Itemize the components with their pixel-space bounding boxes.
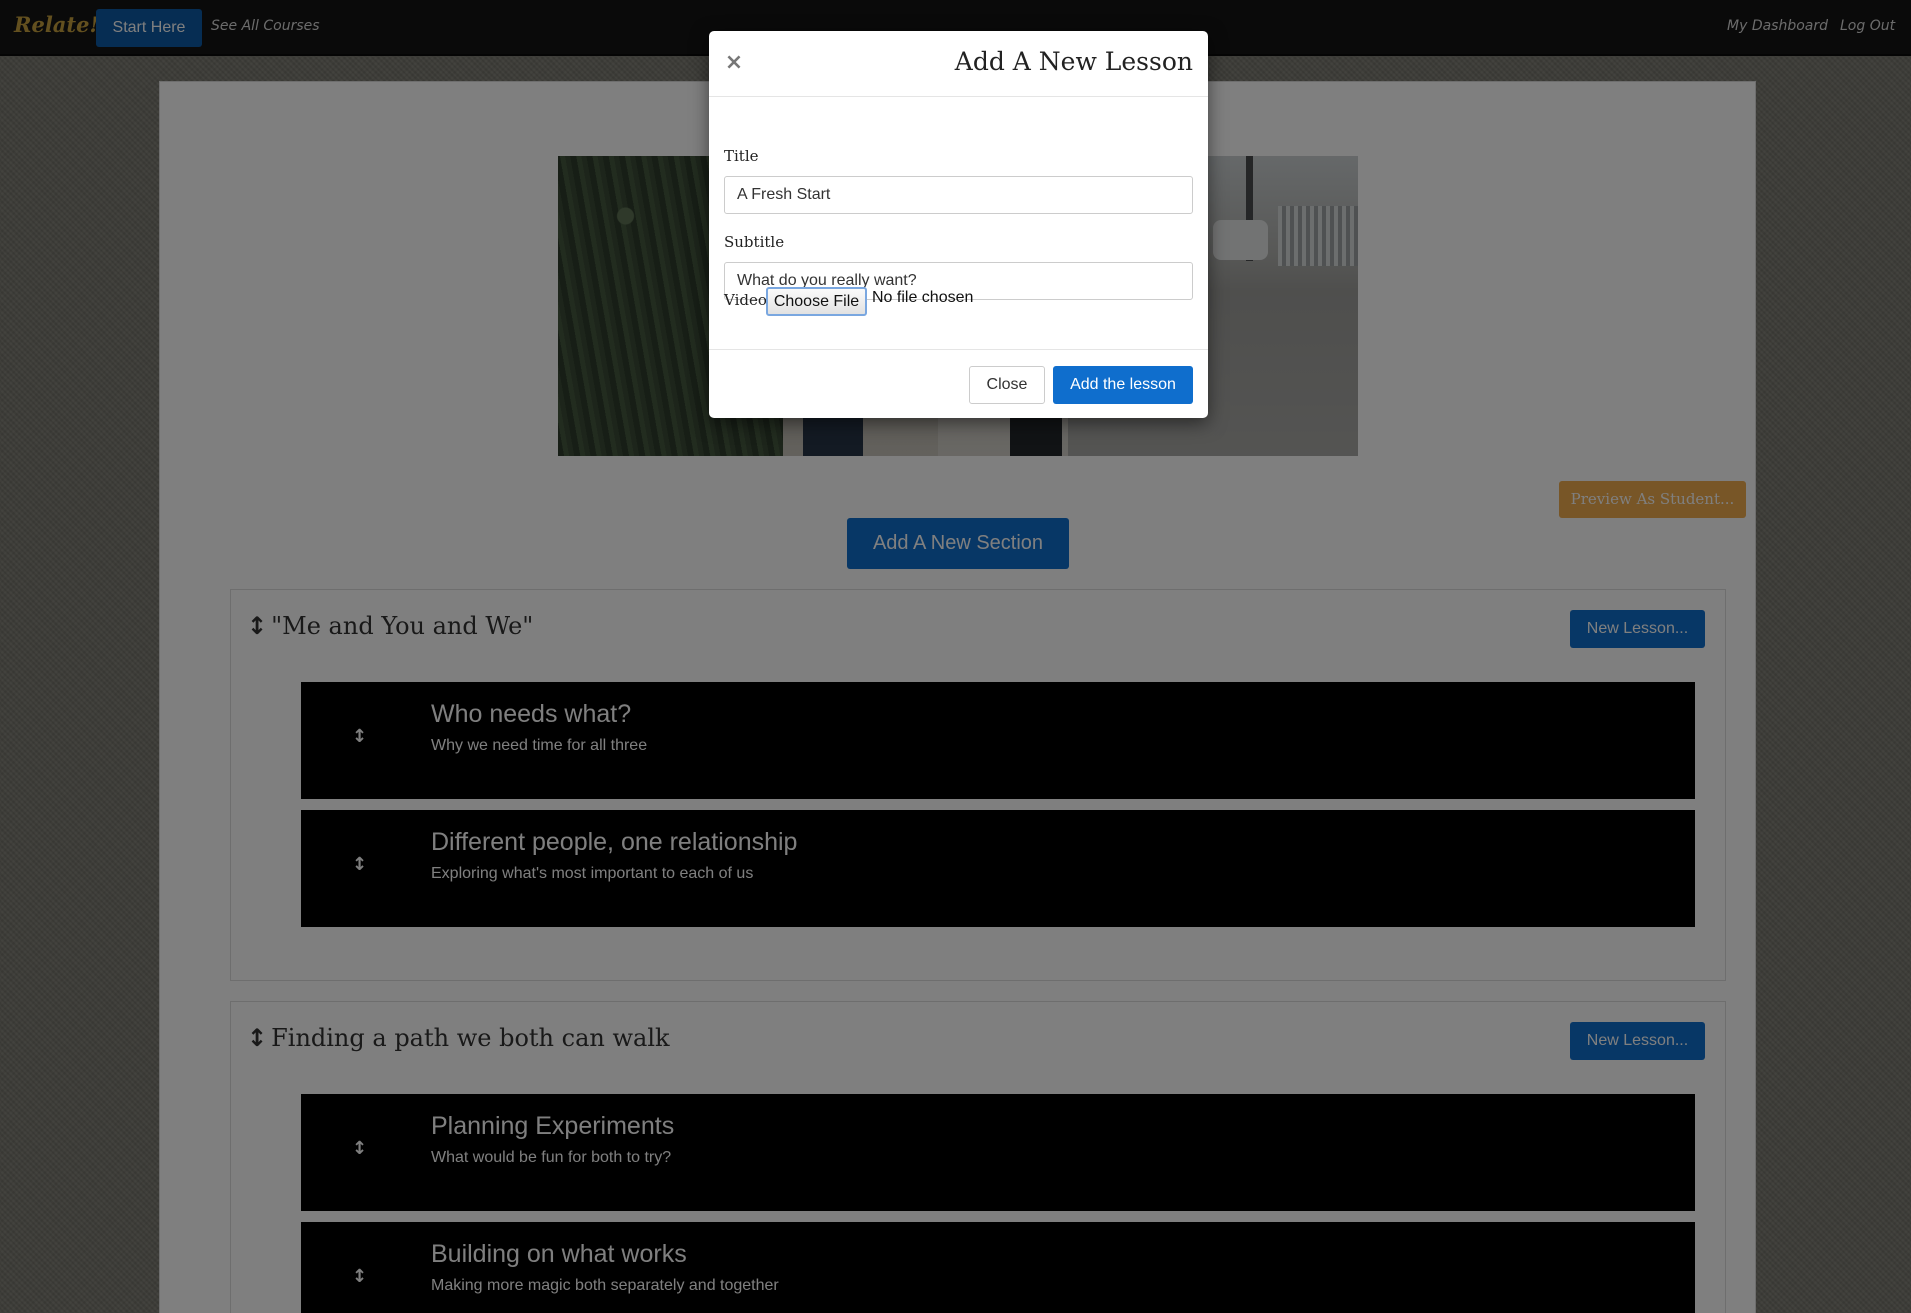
add-lesson-submit-button[interactable]: Add the lesson (1053, 366, 1193, 404)
modal-footer: Close Add the lesson (709, 349, 1208, 418)
modal-title: Add A New Lesson (954, 47, 1193, 76)
title-label: Title (724, 147, 759, 165)
choose-file-button[interactable]: Choose File (766, 287, 867, 316)
subtitle-label: Subtitle (724, 233, 785, 251)
close-button[interactable]: Close (969, 366, 1045, 404)
close-icon[interactable]: × (723, 51, 745, 75)
add-lesson-modal: × Add A New Lesson Title Subtitle Video … (709, 31, 1208, 418)
title-input[interactable] (724, 176, 1193, 214)
modal-header: × Add A New Lesson (709, 31, 1208, 97)
file-status-text: No file chosen (872, 289, 974, 306)
video-label: Video (724, 291, 767, 309)
